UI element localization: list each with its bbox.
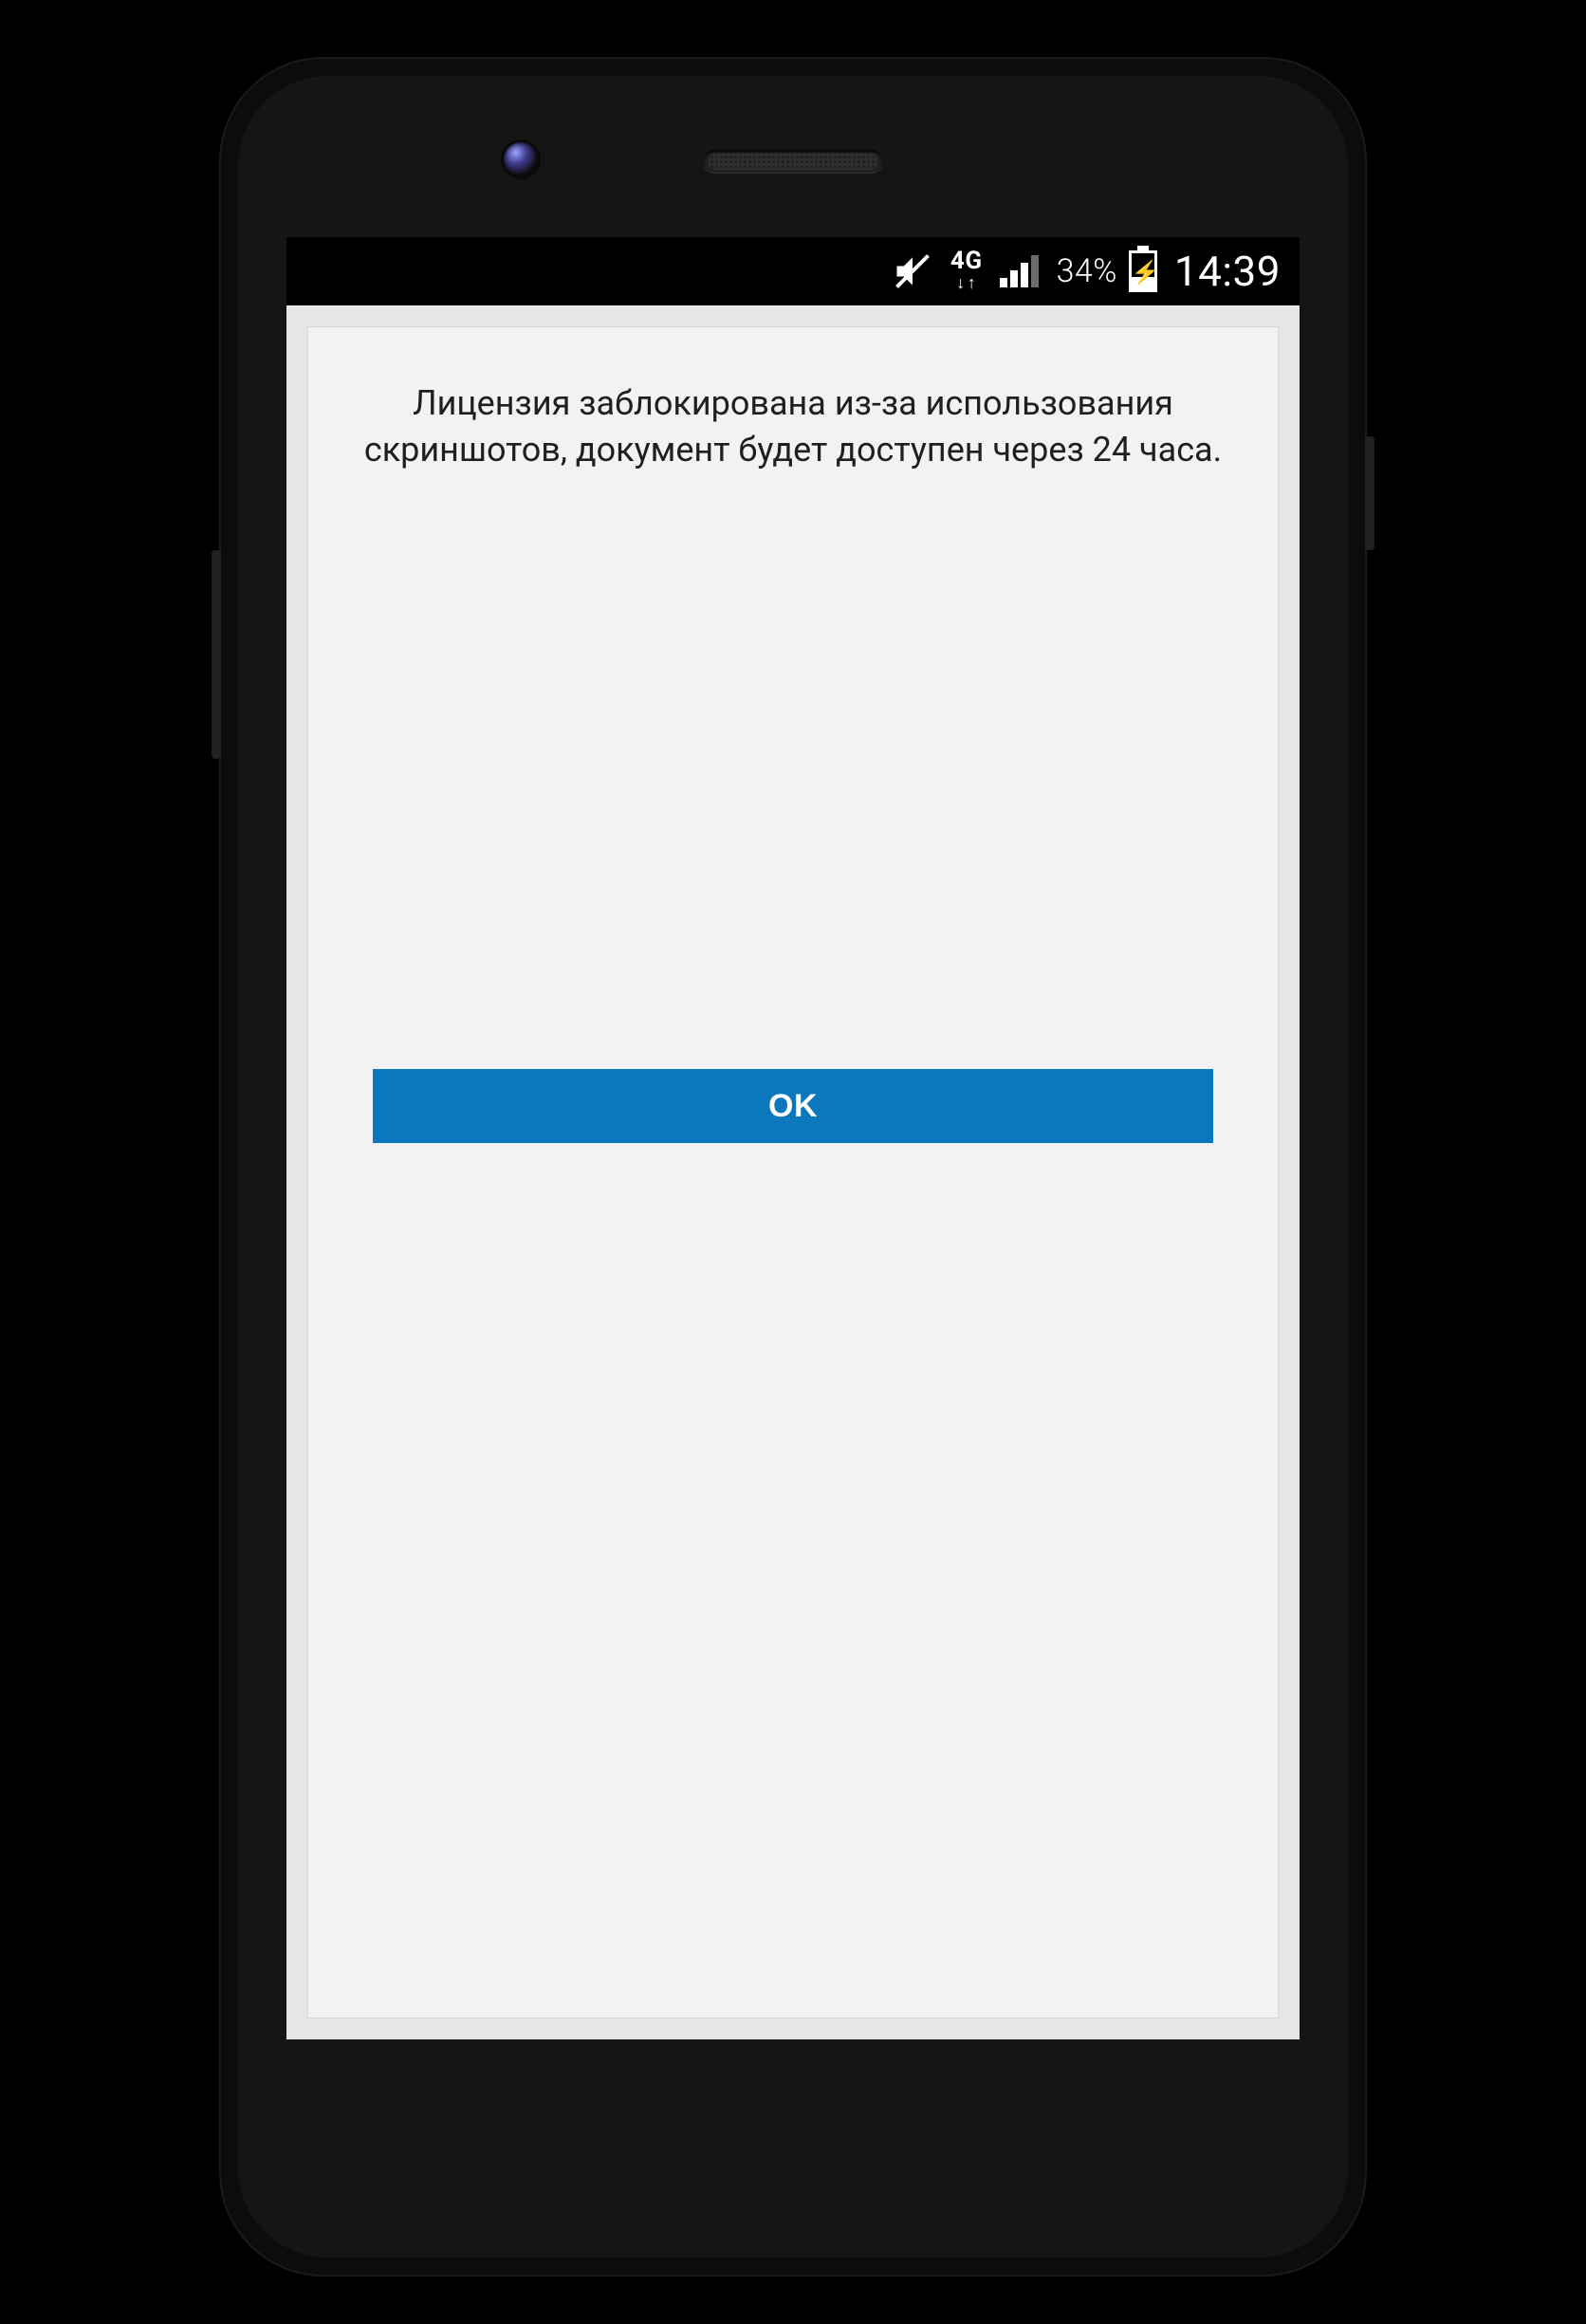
data-arrows-icon: ↓↑ — [956, 275, 976, 292]
clock: 14:39 — [1174, 247, 1281, 296]
screen: 4G ↓↑ 34% ⚡ 14:39 Лицензия заблокиро — [286, 237, 1300, 2039]
volume-button-hardware — [212, 550, 221, 759]
battery-charging-icon: ⚡ — [1129, 250, 1157, 292]
power-button-hardware — [1365, 436, 1374, 550]
mute-icon — [892, 250, 933, 292]
ok-button[interactable]: OK — [373, 1069, 1213, 1143]
ok-button-label: OK — [768, 1088, 818, 1125]
earpiece-speaker — [703, 150, 883, 173]
front-camera — [504, 142, 538, 176]
dialog-card: Лицензия заблокирована из-за использован… — [307, 326, 1279, 2019]
dialog-message: Лицензия заблокирована из-за использован… — [308, 327, 1278, 472]
network-type-label: 4G — [950, 250, 983, 272]
battery-percent: 34% — [1057, 252, 1117, 290]
status-bar: 4G ↓↑ 34% ⚡ 14:39 — [286, 237, 1300, 305]
phone-frame: 4G ↓↑ 34% ⚡ 14:39 Лицензия заблокиро — [219, 57, 1367, 2277]
signal-strength-icon — [1000, 255, 1040, 287]
phone-chin — [366, 2182, 1220, 2210]
network-type-indicator: 4G ↓↑ — [950, 250, 983, 291]
